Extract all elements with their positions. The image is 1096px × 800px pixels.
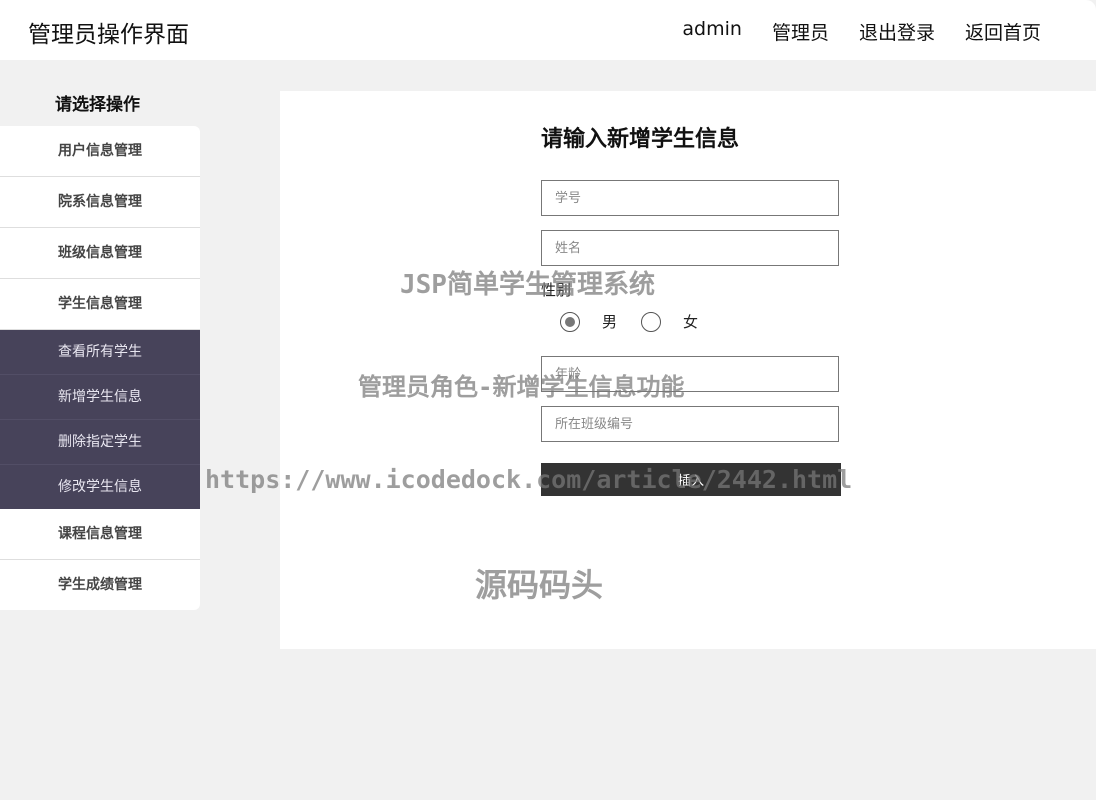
student-id-input[interactable] [541, 180, 839, 216]
gender-male-radio[interactable] [560, 311, 580, 332]
gender-female-radio[interactable] [641, 311, 662, 332]
watermark-url: https://www.icodedock.com/article/2442.h… [205, 465, 853, 494]
app-title: 管理员操作界面 [28, 22, 189, 48]
sidebar-item-department-management[interactable]: 院系信息管理 [0, 177, 200, 228]
submenu-item-view-students[interactable]: 查看所有学生 [0, 330, 200, 375]
nav-role[interactable]: 管理员 [772, 18, 829, 45]
gender-male-label: 男 [602, 313, 618, 331]
top-header: 管理员操作界面 admin 管理员 退出登录 返回首页 [0, 0, 1096, 60]
sidebar-item-course-management[interactable]: 课程信息管理 [0, 509, 200, 560]
sidebar-item-student-management[interactable]: 学生信息管理 [0, 279, 200, 330]
gender-female-label: 女 [683, 313, 699, 331]
sidebar-item-class-management[interactable]: 班级信息管理 [0, 228, 200, 279]
student-submenu: 查看所有学生 新增学生信息 删除指定学生 修改学生信息 [0, 330, 200, 509]
form-title: 请输入新增学生信息 [541, 127, 740, 152]
nav-username[interactable]: admin [682, 18, 742, 45]
sidebar: 用户信息管理 院系信息管理 班级信息管理 学生信息管理 查看所有学生 新增学生信… [0, 126, 200, 610]
watermark-brand: 源码码头 [475, 566, 604, 604]
gender-radio-group: 男 女 [560, 311, 722, 332]
watermark-system-name: JSP简单学生管理系统 [400, 270, 655, 300]
sidebar-item-user-management[interactable]: 用户信息管理 [0, 126, 200, 177]
submenu-item-edit-student[interactable]: 修改学生信息 [0, 465, 200, 509]
sidebar-title: 请选择操作 [55, 95, 140, 115]
nav-logout-link[interactable]: 退出登录 [859, 18, 935, 45]
sidebar-item-grade-management[interactable]: 学生成绩管理 [0, 560, 200, 610]
submenu-item-delete-student[interactable]: 删除指定学生 [0, 420, 200, 465]
nav-home-link[interactable]: 返回首页 [965, 18, 1041, 45]
class-id-input[interactable] [541, 406, 839, 442]
top-nav: admin 管理员 退出登录 返回首页 [682, 18, 1041, 45]
watermark-feature-name: 管理员角色-新增学生信息功能 [358, 373, 685, 401]
student-name-input[interactable] [541, 230, 839, 266]
submenu-item-add-student[interactable]: 新增学生信息 [0, 375, 200, 420]
